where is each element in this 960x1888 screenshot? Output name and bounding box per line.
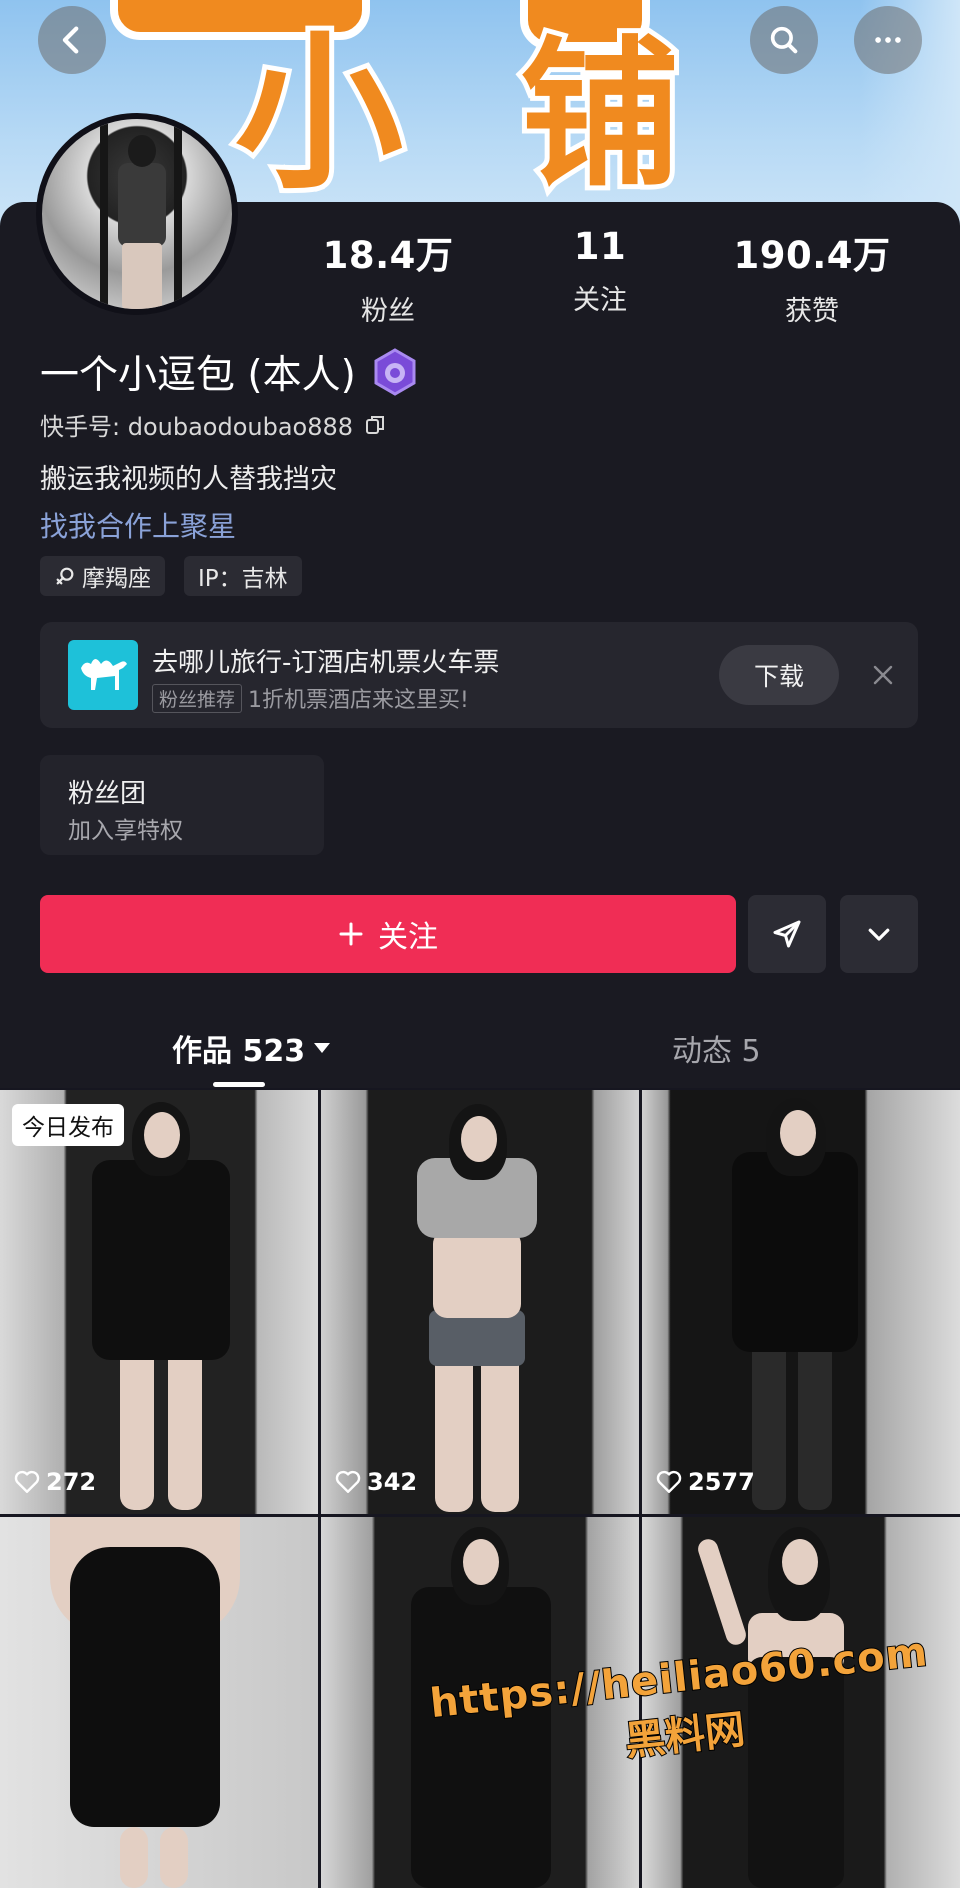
fan-club-subtitle: 加入享特权: [68, 818, 183, 844]
like-count: 272: [14, 1468, 96, 1496]
send-icon: [773, 920, 801, 948]
banner-text: 小: [230, 16, 415, 212]
heart-icon: [656, 1470, 682, 1493]
stat-label: 粉丝: [361, 296, 415, 327]
caret-down-icon: [314, 1043, 331, 1053]
search-icon: [770, 26, 798, 54]
tab-indicator: [213, 1082, 265, 1087]
ellipsis-icon: [875, 37, 901, 43]
app-ad[interactable]: 去哪儿旅行-订酒店机票火车票 粉丝推荐 1折机票酒店来这里买! 下载: [40, 622, 918, 728]
stat-value: 190.4万: [733, 234, 891, 277]
like-count: 2577: [656, 1468, 755, 1496]
tab-label: 作品 523: [172, 1034, 306, 1069]
stat-followers[interactable]: 18.4万 粉丝: [288, 225, 488, 328]
plus-icon: [339, 922, 363, 946]
user-id: 快手号: doubaodoubao888: [40, 413, 354, 441]
qunar-logo: [68, 640, 138, 710]
close-icon: [873, 665, 893, 685]
like-value: 342: [367, 1468, 418, 1496]
tag-ip: IP：吉林: [184, 556, 302, 596]
video-thumbnail[interactable]: 今日发布 272: [0, 1090, 318, 1514]
back-button[interactable]: [38, 6, 106, 74]
follow-button[interactable]: 关注: [40, 895, 736, 973]
content-tabs: 作品 523 动态 5: [0, 1020, 960, 1090]
verified-badge-icon[interactable]: [370, 347, 420, 397]
tag-label: IP：吉林: [198, 566, 288, 592]
fan-club-card[interactable]: 粉丝团 加入享特权: [40, 755, 324, 855]
stat-value: 11: [573, 225, 627, 268]
video-thumbnail[interactable]: 342: [321, 1090, 639, 1514]
copy-icon[interactable]: [363, 413, 387, 437]
stat-value: 18.4万: [322, 234, 454, 277]
video-thumbnail[interactable]: 2577: [642, 1090, 960, 1514]
video-thumbnail[interactable]: [0, 1517, 318, 1888]
profile-name: 一个小逗包 (本人): [40, 353, 356, 398]
heart-icon: [335, 1470, 361, 1493]
fan-club-title: 粉丝团: [68, 779, 147, 809]
tab-moments[interactable]: 动态 5: [672, 1026, 761, 1070]
expand-button[interactable]: [840, 895, 918, 973]
profile-bio: 搬运我视频的人替我挡灾: [40, 464, 337, 495]
like-value: 2577: [688, 1468, 755, 1496]
user-id-row: 快手号: doubaodoubao888: [40, 407, 387, 442]
like-value: 272: [46, 1468, 97, 1496]
heart-icon: [14, 1470, 40, 1493]
search-button[interactable]: [750, 6, 818, 74]
follow-label: 关注: [378, 920, 438, 955]
tag-zodiac: 摩羯座: [40, 556, 165, 596]
tag-label: 摩羯座: [82, 566, 151, 592]
chevron-left-icon: [62, 26, 79, 54]
stat-label: 获赞: [785, 296, 839, 327]
banner-text: 铺: [515, 21, 685, 208]
avatar[interactable]: [36, 113, 238, 315]
today-badge: 今日发布: [12, 1104, 124, 1146]
camel-icon: [81, 659, 127, 690]
profile-name-row: 一个小逗包 (本人): [40, 344, 420, 400]
more-button[interactable]: [854, 6, 922, 74]
stat-likes[interactable]: 190.4万 获赞: [712, 225, 912, 328]
chevron-down-icon: [868, 928, 890, 941]
ad-title: 去哪儿旅行-订酒店机票火车票: [152, 648, 500, 678]
message-button[interactable]: [748, 895, 826, 973]
tab-works[interactable]: 作品 523: [172, 1026, 331, 1070]
stat-following[interactable]: 11 关注: [500, 225, 700, 317]
collab-link[interactable]: 找我合作上聚星: [40, 505, 236, 545]
download-button[interactable]: 下载: [719, 645, 839, 705]
ad-subtitle: 1折机票酒店来这里买!: [248, 688, 469, 713]
stat-label: 关注: [573, 285, 627, 316]
like-count: 342: [335, 1468, 417, 1496]
gender-icon: [56, 567, 74, 585]
close-ad-button[interactable]: [858, 650, 908, 700]
ad-chip: 粉丝推荐: [152, 683, 243, 713]
